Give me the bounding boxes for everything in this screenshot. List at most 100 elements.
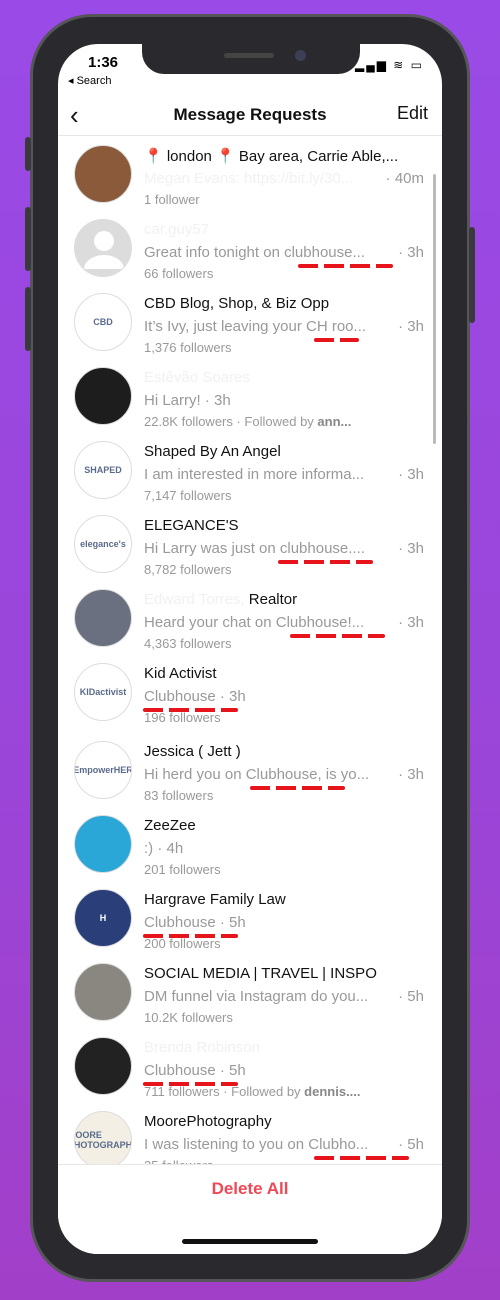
mute-switch bbox=[25, 137, 31, 171]
message-preview: I was listening to you on Clubho... bbox=[144, 1136, 369, 1153]
message-request-row[interactable]: elegance's ELEGANCE'S Hi Larry was just … bbox=[58, 507, 442, 581]
red-dashed-underline-annotation bbox=[278, 560, 373, 564]
red-dashed-underline-annotation bbox=[314, 1156, 409, 1160]
status-icons: ▂▄▆ ≋ ▭ bbox=[354, 58, 424, 72]
red-dashed-underline-annotation bbox=[298, 264, 393, 268]
message-preview: Clubhouse · 5h bbox=[144, 1062, 246, 1079]
avatar[interactable]: KIDactivist bbox=[74, 663, 132, 721]
message-time: · 5h bbox=[398, 1136, 424, 1153]
avatar[interactable]: H bbox=[74, 889, 132, 947]
red-dashed-underline-annotation bbox=[250, 786, 345, 790]
message-time: · 3h bbox=[398, 766, 424, 783]
volume-up-button bbox=[25, 207, 31, 271]
avatar-logo-text: KIDactivist bbox=[79, 687, 127, 697]
message-request-row[interactable]: car.guy57 Great info tonight on clubhous… bbox=[58, 211, 442, 285]
power-button bbox=[469, 227, 475, 323]
follower-count: 10.2K followers bbox=[144, 1010, 233, 1025]
message-request-row[interactable]: SOCIAL MEDIA | TRAVEL | INSPO DM funnel … bbox=[58, 955, 442, 1029]
delete-all-button[interactable]: Delete All bbox=[58, 1179, 442, 1199]
avatar-logo-text: MOORE PHOTOGRAPHY bbox=[74, 1130, 132, 1150]
follower-count: 196 followers bbox=[144, 710, 221, 725]
sender-name: ZeeZee bbox=[144, 817, 196, 834]
message-preview: Hi Larry! · 3h bbox=[144, 392, 231, 409]
sender-name-faded: Estêvão Soares bbox=[144, 369, 250, 386]
avatar[interactable] bbox=[74, 367, 132, 425]
message-request-row[interactable]: CBD CBD Blog, Shop, & Biz Opp It’s Ivy, … bbox=[58, 285, 442, 359]
avatar-logo-text: H bbox=[99, 913, 107, 923]
red-dashed-underline-annotation bbox=[143, 708, 238, 712]
sender-name: Shaped By An Angel bbox=[144, 443, 281, 460]
back-to-search-link[interactable]: ◂ Search bbox=[68, 74, 111, 87]
follower-count: 66 followers bbox=[144, 266, 214, 281]
preview-faded: Megan Evans: https://bit.ly/30... bbox=[144, 170, 354, 187]
avatar[interactable] bbox=[74, 589, 132, 647]
avatar[interactable]: MOORE PHOTOGRAPHY bbox=[74, 1111, 132, 1169]
avatar[interactable] bbox=[74, 963, 132, 1021]
avatar-logo-text: EmpowerHER bbox=[74, 765, 132, 775]
sender-name: 📍 london 📍 Bay area, Carrie Able,... bbox=[144, 148, 399, 165]
page-title: Message Requests bbox=[173, 105, 327, 124]
red-dashed-underline-annotation bbox=[143, 1082, 238, 1086]
follower-count: 711 followers · Followed by bbox=[144, 1084, 305, 1099]
sender-name: Kid Activist bbox=[144, 665, 217, 682]
follower-count: 201 followers bbox=[144, 862, 221, 877]
message-request-row[interactable]: SHAPED Shaped By An Angel I am intereste… bbox=[58, 433, 442, 507]
avatar[interactable]: CBD bbox=[74, 293, 132, 351]
camera-icon bbox=[295, 50, 306, 61]
header: ‹ Message Requests Edit bbox=[58, 96, 442, 136]
follower-count: 8,782 followers bbox=[144, 562, 232, 577]
footer: Delete All bbox=[58, 1164, 442, 1254]
edit-button[interactable]: Edit bbox=[397, 103, 428, 124]
avatar[interactable]: SHAPED bbox=[74, 441, 132, 499]
avatar[interactable]: EmpowerHER bbox=[74, 741, 132, 799]
message-preview: Hi herd you on Clubhouse, is yo... bbox=[144, 766, 370, 783]
sender-name: Hargrave Family Law bbox=[144, 891, 286, 908]
message-preview: Heard your chat on Clubhouse!... bbox=[144, 614, 365, 631]
follower-count: 22.8K followers · Followed by bbox=[144, 414, 318, 429]
sender-name: Jessica ( Jett ) bbox=[144, 743, 241, 760]
message-request-row[interactable]: EmpowerHER Jessica ( Jett ) Hi herd you … bbox=[58, 733, 442, 807]
follower-count: 83 followers bbox=[144, 788, 214, 803]
avatar[interactable] bbox=[74, 219, 132, 277]
red-dashed-underline-annotation bbox=[143, 934, 238, 938]
message-time: · 3h bbox=[398, 540, 424, 557]
message-preview: Clubhouse · 3h bbox=[144, 688, 246, 705]
notch bbox=[142, 44, 360, 74]
message-request-row[interactable]: Edward Torres, Realtor Heard your chat o… bbox=[58, 581, 442, 655]
message-request-row[interactable]: KIDactivist Kid Activist Clubhouse · 3h … bbox=[58, 655, 442, 729]
followed-by: dennis.... bbox=[304, 1084, 361, 1099]
message-request-row[interactable]: Estêvão Soares Hi Larry! · 3h 22.8K foll… bbox=[58, 359, 442, 433]
followed-by: ann... bbox=[317, 414, 352, 429]
message-request-row[interactable]: H Hargrave Family Law Clubhouse · 5h 200… bbox=[58, 881, 442, 955]
follower-count: 200 followers bbox=[144, 936, 221, 951]
screen: 1:36 ◂ Search ▂▄▆ ≋ ▭ ‹ Message Requests… bbox=[58, 44, 442, 1254]
sender-name-faded: Edward Torres, bbox=[144, 591, 245, 608]
volume-down-button bbox=[25, 287, 31, 351]
sender-name: Realtor bbox=[244, 591, 298, 608]
sender-name-faded: car.guy57 bbox=[144, 221, 210, 238]
avatar[interactable] bbox=[74, 815, 132, 873]
avatar[interactable] bbox=[74, 1037, 132, 1095]
message-time: · 40m bbox=[385, 170, 424, 187]
avatar-logo-text: CBD bbox=[93, 317, 113, 327]
message-time: · 3h bbox=[398, 318, 424, 335]
home-indicator[interactable] bbox=[182, 1239, 318, 1244]
message-request-row[interactable]: ZeeZee :) · 4h 201 followers bbox=[58, 807, 442, 881]
default-user-icon bbox=[84, 231, 124, 269]
message-preview: Hi Larry was just on clubhouse.... bbox=[144, 540, 365, 557]
message-preview: Clubhouse · 5h bbox=[144, 914, 246, 931]
message-preview: I am interested in more informa... bbox=[144, 466, 365, 483]
scrollbar[interactable] bbox=[433, 174, 436, 444]
follower-count: 1 follower bbox=[144, 192, 200, 207]
follower-count: 1,376 followers bbox=[144, 340, 232, 355]
follower-count: 4,363 followers bbox=[144, 636, 232, 651]
avatar-logo-text: SHAPED bbox=[84, 465, 122, 475]
sender-name: MoorePhotography bbox=[144, 1113, 272, 1130]
message-request-row[interactable]: Brenda Robinson Clubhouse · 5h 711 follo… bbox=[58, 1029, 442, 1103]
message-request-row[interactable]: 📍 london 📍 Bay area, Carrie Able,... Meg… bbox=[58, 137, 442, 211]
sender-name: CBD Blog, Shop, & Biz Opp bbox=[144, 295, 330, 312]
message-time: · 3h bbox=[398, 466, 424, 483]
message-time: · 3h bbox=[398, 614, 424, 631]
avatar[interactable] bbox=[74, 145, 132, 203]
avatar[interactable]: elegance's bbox=[74, 515, 132, 573]
